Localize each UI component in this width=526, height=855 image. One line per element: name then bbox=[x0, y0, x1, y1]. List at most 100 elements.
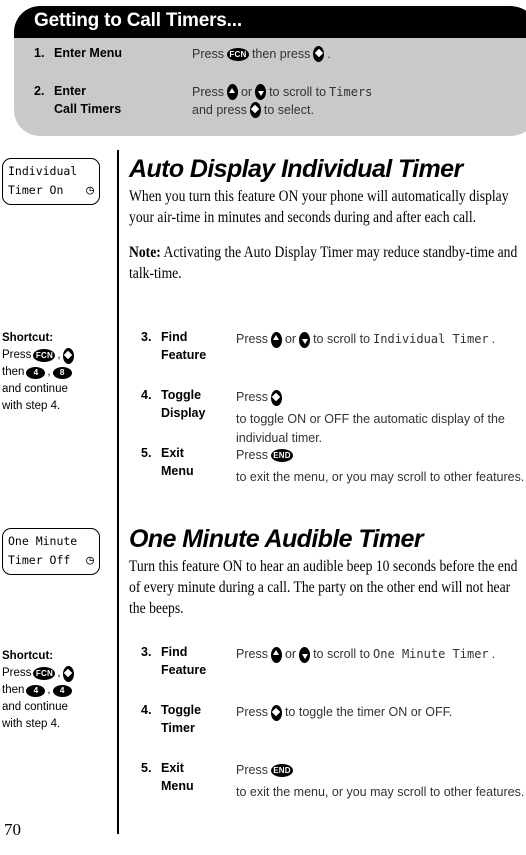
select-key-icon bbox=[249, 102, 261, 118]
number-key-icon-b: 4 bbox=[52, 684, 72, 697]
step-item: 3. Find Feature Press or to scroll to On… bbox=[129, 645, 526, 685]
instruction-post: to toggle the timer ON or OFF. bbox=[284, 705, 453, 719]
instruction-line2-pre: and press bbox=[192, 103, 247, 117]
instruction-text-pre: Press bbox=[192, 47, 224, 61]
instruction-text-mid: then press bbox=[251, 47, 311, 61]
step-label-line2: Timer bbox=[161, 721, 195, 735]
instruction-line: Press to toggle ON or OFF the automatic … bbox=[236, 388, 526, 448]
instruction-pre: Press bbox=[236, 448, 268, 462]
section-body-text: Turn this feature ON to hear an audible … bbox=[129, 558, 518, 617]
step-number: 3. bbox=[141, 330, 152, 344]
step-label: Exit bbox=[161, 761, 184, 775]
instruction-post: to scroll to bbox=[313, 647, 371, 661]
manual-page: Getting to Call Timers... 1. Enter Menu … bbox=[0, 0, 526, 855]
comma-1: , bbox=[57, 667, 61, 679]
shortcut-press-label: Press bbox=[2, 667, 32, 679]
instruction-line: Press END to exit the menu, or you may s… bbox=[236, 761, 526, 802]
step-instruction: Press to toggle the timer ON or OFF. bbox=[236, 703, 526, 722]
menu-item-name: One Minute Timer bbox=[373, 647, 489, 661]
instruction-post: to exit the menu, or you may scroll to o… bbox=[236, 470, 525, 484]
column-divider bbox=[117, 150, 119, 834]
step-label: Find bbox=[161, 330, 188, 344]
step-instruction: Press END to exit the menu, or you may s… bbox=[236, 761, 526, 802]
instruction-tail: . bbox=[491, 647, 496, 661]
section-auto-display-individual-timer: Auto Display Individual Timer When you t… bbox=[129, 155, 526, 284]
shortcut-line-2: then 4, 4 bbox=[2, 682, 110, 699]
step-item: 4. Toggle Display Press to toggle ON or … bbox=[129, 388, 526, 445]
step-number: 5. bbox=[141, 761, 152, 775]
instruction-line: Press END to exit the menu, or you may s… bbox=[236, 446, 526, 487]
select-key-icon bbox=[270, 389, 282, 406]
up-arrow-key-icon bbox=[270, 646, 282, 663]
shortcut-title: Shortcut: bbox=[2, 332, 54, 344]
instruction-line: Press or to scroll to Individual Timer. bbox=[236, 330, 526, 349]
comma-2: , bbox=[47, 366, 51, 378]
shortcut-continue-2: with step 4. bbox=[2, 718, 61, 730]
instruction-line: Press or to scroll to One Minute Timer. bbox=[236, 645, 526, 664]
lcd-line-2-text: Timer Off bbox=[8, 553, 71, 567]
step-label-line2: Display bbox=[161, 406, 206, 420]
step-label-line2: Feature bbox=[161, 348, 207, 362]
step-label: Toggle bbox=[161, 388, 202, 402]
down-arrow-key-icon bbox=[255, 84, 267, 100]
intro-step-list: 1. Enter Menu Press FCN then press . 2. … bbox=[14, 42, 526, 118]
comma-2: , bbox=[47, 684, 51, 696]
step-list-one-minute-timer: 3. Find Feature Press or to scroll to On… bbox=[129, 645, 526, 819]
lcd-line-2: Timer Off ◷ bbox=[8, 551, 94, 570]
number-key-icon-a: 4 bbox=[26, 684, 46, 697]
instruction-text-post: . bbox=[327, 47, 331, 61]
instruction-line: Press to toggle the timer ON or OFF. bbox=[236, 703, 526, 722]
lcd-display-individual-timer: Individual Timer On ◷ bbox=[2, 158, 100, 205]
select-key-icon bbox=[62, 665, 74, 682]
shortcut-line-1: Press FCN, bbox=[2, 347, 110, 364]
shortcut-continue-1: and continue bbox=[2, 701, 68, 713]
down-arrow-key-icon bbox=[299, 646, 311, 663]
step-label: Toggle bbox=[161, 703, 202, 717]
step-instruction: Press FCN then press . bbox=[192, 46, 331, 62]
page-number: 70 bbox=[4, 820, 21, 839]
instruction-post: to toggle ON or OFF the automatic displa… bbox=[236, 412, 505, 445]
shortcut-continue-1: and continue bbox=[2, 383, 68, 395]
instruction-text-pre: Press bbox=[192, 85, 224, 99]
lcd-line-1: One Minute bbox=[8, 534, 78, 548]
shortcut-continue-2: with step 4. bbox=[2, 400, 61, 412]
step-number: 2. bbox=[34, 84, 45, 98]
menu-item-name: Timers bbox=[329, 85, 373, 99]
step-number: 4. bbox=[141, 703, 152, 717]
shortcut-block-one-minute-timer: Shortcut: Press FCN, then 4, 4 and conti… bbox=[2, 648, 110, 733]
intro-step-2: 2. Enter Call Timers Press or to scroll … bbox=[14, 80, 526, 118]
note-label: Note: bbox=[129, 244, 161, 261]
up-arrow-key-icon bbox=[270, 331, 282, 348]
instruction-tail: . bbox=[491, 332, 496, 346]
step-label-line2: Feature bbox=[161, 663, 207, 677]
instruction-post: to scroll to bbox=[313, 332, 371, 346]
step-label-line2: Menu bbox=[161, 464, 194, 478]
shortcut-block-individual-timer: Shortcut: Press FCN, then 4, 8 and conti… bbox=[2, 330, 110, 415]
instruction-mid: or bbox=[284, 647, 297, 661]
comma-1: , bbox=[57, 349, 61, 361]
instruction-pre: Press bbox=[236, 705, 268, 719]
step-instruction: Press to toggle ON or OFF the automatic … bbox=[236, 388, 526, 448]
getting-started-panel: Getting to Call Timers... 1. Enter Menu … bbox=[14, 6, 526, 136]
shortcut-then-label: then bbox=[2, 684, 25, 696]
number-key-icon-b: 8 bbox=[52, 366, 72, 379]
down-arrow-key-icon bbox=[299, 331, 311, 348]
intro-step-1: 1. Enter Menu Press FCN then press . bbox=[14, 42, 526, 80]
instruction-text-mid: or bbox=[240, 85, 253, 99]
step-item: 5. Exit Menu Press END to exit the menu,… bbox=[129, 761, 526, 801]
instruction-mid: or bbox=[284, 332, 297, 346]
shortcut-line-1: Press FCN, bbox=[2, 665, 110, 682]
lcd-line-1: Individual bbox=[8, 164, 78, 178]
step-item: 4. Toggle Timer Press to toggle the time… bbox=[129, 703, 526, 743]
up-arrow-key-icon bbox=[226, 84, 238, 100]
select-key-icon bbox=[62, 347, 74, 364]
shortcut-press-label: Press bbox=[2, 349, 32, 361]
number-key-icon-a: 4 bbox=[26, 366, 46, 379]
step-instruction: Press or to scroll to Individual Timer. bbox=[236, 330, 526, 349]
end-key-icon: END bbox=[270, 449, 293, 462]
section-body-text: When you turn this feature ON your phone… bbox=[129, 188, 509, 226]
panel-title: Getting to Call Timers... bbox=[34, 10, 242, 31]
shortcut-then-label: then bbox=[2, 366, 25, 378]
instruction-pre: Press bbox=[236, 763, 268, 777]
clock-icon: ◷ bbox=[86, 183, 94, 198]
